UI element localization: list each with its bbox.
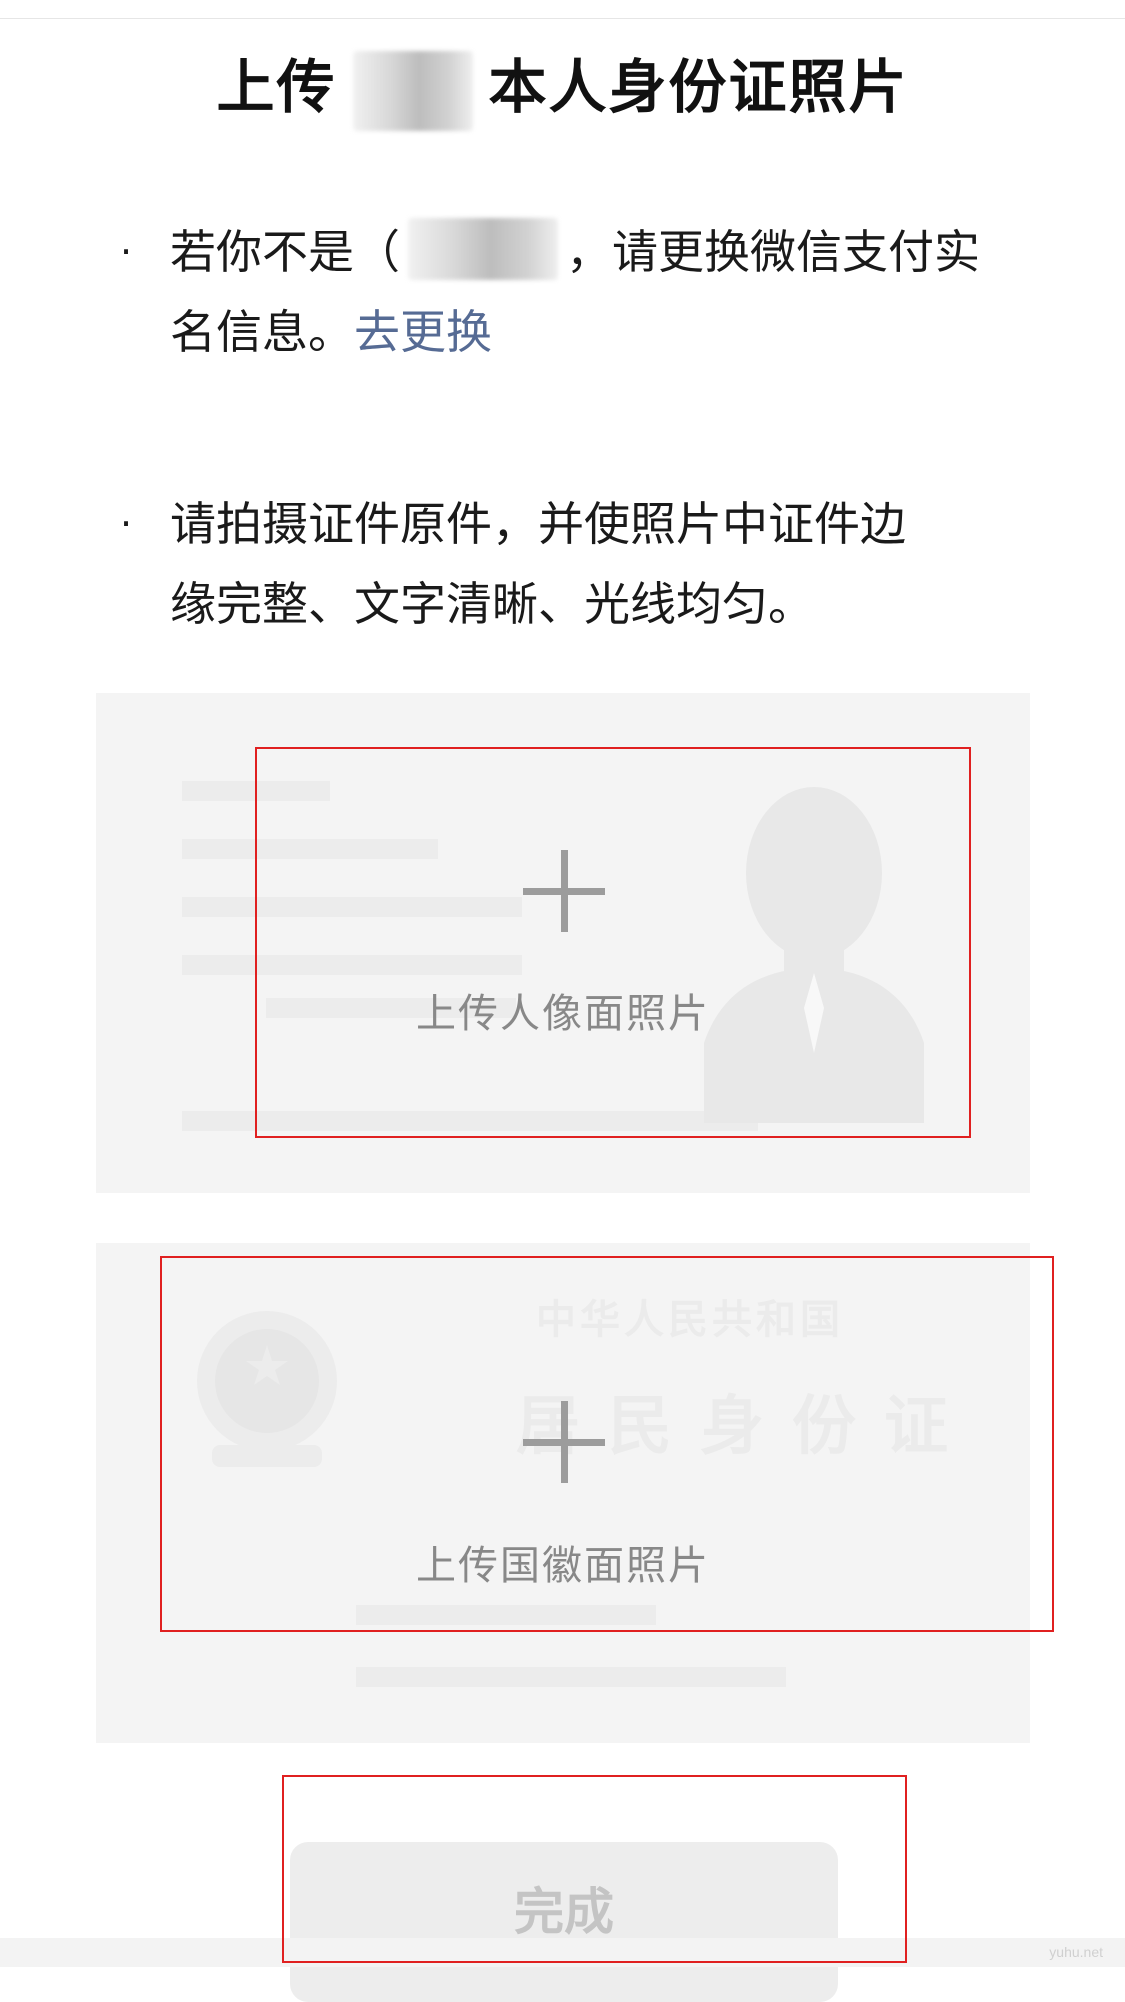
instruction-line-1: 请拍摄证件原件，并使照片中证件边 <box>170 497 906 551</box>
title-prefix: 上传 <box>216 53 337 121</box>
instruction-text-before: 若你不是（ <box>170 225 400 279</box>
instruction-text-line2: 名信息。 <box>170 305 354 359</box>
placeholder-line <box>182 839 438 859</box>
site-watermark: yuhu.net <box>1049 1944 1103 1960</box>
instruction-line-2: 名信息。去更换 <box>170 292 1020 372</box>
redacted-name-blur <box>352 50 473 131</box>
placeholder-line <box>182 955 522 975</box>
instruction-photo-guidance: · 请拍摄证件原件，并使照片中证件边 缘完整、文字清晰、光线均匀。 <box>120 484 1020 644</box>
plus-icon[interactable] <box>523 1401 605 1483</box>
id-card-title-watermark: 中华人民共和国 <box>536 1296 844 1343</box>
national-emblem-icon <box>197 1311 337 1467</box>
placeholder-line <box>356 1667 786 1687</box>
bullet-dot: · <box>120 230 133 274</box>
instruction-text: 请拍摄证件原件，并使照片中证件边 缘完整、文字清晰、光线均匀。 <box>170 484 1020 644</box>
placeholder-line <box>182 1111 758 1131</box>
placeholder-line <box>356 1605 656 1625</box>
placeholder-line <box>182 781 330 801</box>
portrait-silhouette-icon <box>704 787 924 1123</box>
bottom-bar <box>0 1938 1125 1967</box>
done-button[interactable]: 完成 <box>290 1842 838 2002</box>
plus-icon[interactable] <box>523 850 605 932</box>
instruction-line-1: 若你不是（ ，请更换微信支付实 <box>170 212 1020 292</box>
instruction-name-mismatch: · 若你不是（ ，请更换微信支付实 名信息。去更换 <box>120 212 1020 372</box>
title-suffix: 本人身份证照片 <box>488 53 909 121</box>
instruction-line-2: 缘完整、文字清晰、光线均匀。 <box>170 577 814 631</box>
upload-back-card[interactable]: 中华人民共和国 居民身份证 上传国徽面照片 <box>96 1243 1030 1743</box>
upload-front-card[interactable]: 上传人像面照片 <box>96 693 1030 1193</box>
upload-front-label: 上传人像面照片 <box>416 991 710 1037</box>
change-realname-link[interactable]: 去更换 <box>354 305 492 359</box>
redacted-name-blur <box>408 218 558 280</box>
instruction-text-after: ，请更换微信支付实 <box>566 225 980 279</box>
instruction-text: 若你不是（ ，请更换微信支付实 名信息。去更换 <box>170 212 1020 372</box>
placeholder-line <box>182 897 522 917</box>
bullet-dot: · <box>120 502 133 546</box>
top-divider <box>0 18 1125 19</box>
page-title: 上传 本人身份证照片 <box>0 42 1125 132</box>
upload-back-label: 上传国徽面照片 <box>416 1543 710 1589</box>
